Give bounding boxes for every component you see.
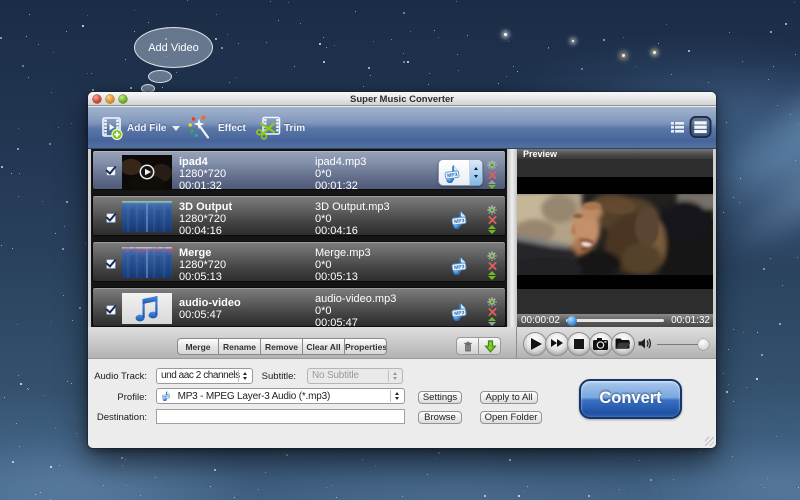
svg-text:MP3: MP3 [454, 310, 465, 317]
svg-text:MP3: MP3 [454, 264, 465, 271]
svg-text:MP3: MP3 [447, 172, 458, 179]
svg-text:MP3: MP3 [454, 218, 465, 225]
